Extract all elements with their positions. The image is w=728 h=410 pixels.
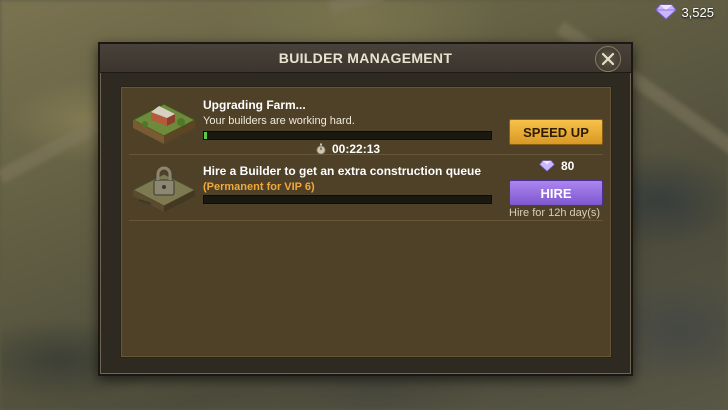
hire-cost: 80 [539,159,574,173]
locked-plot-icon [131,166,197,212]
builder-queue-list: Upgrading Farm... Your builders are work… [120,86,612,358]
gem-icon [539,160,555,172]
vip-requirement: (Permanent for VIP 6) [203,181,315,193]
hire-cost-amount: 80 [561,159,575,173]
dialog-title: BUILDER MANAGEMENT [278,50,453,66]
close-icon [601,52,615,66]
builder-queue-row: Hire a Builder to get an extra construct… [129,158,603,221]
dialog-titlebar: BUILDER MANAGEMENT [100,44,631,73]
speed-up-button[interactable]: SPEED UP [509,119,603,145]
farm-building-icon [131,103,197,144]
queue-timer: 00:22:13 [315,142,380,156]
hire-duration-note: Hire for 12h day(s) [509,207,601,219]
queue-title: Upgrading Farm... [203,98,306,112]
builder-queue-row: Upgrading Farm... Your builders are work… [129,92,603,156]
progress-fill [204,132,207,139]
stopwatch-icon [316,143,326,155]
queue-title: Hire a Builder to get an extra construct… [203,164,482,178]
timer-text: 00:22:13 [332,142,381,156]
gem-amount: 3,525 [681,4,714,20]
gem-icon [655,4,678,20]
builder-management-dialog: BUILDER MANAGEMENT Upgrading Farm... You… [98,42,633,376]
close-button[interactable] [595,46,621,72]
progress-bar [203,195,492,204]
queue-subtitle: Your builders are working hard. [203,115,355,127]
progress-bar [203,131,492,140]
hire-button[interactable]: HIRE [509,180,603,206]
gem-counter[interactable]: 3,525 [655,4,714,20]
